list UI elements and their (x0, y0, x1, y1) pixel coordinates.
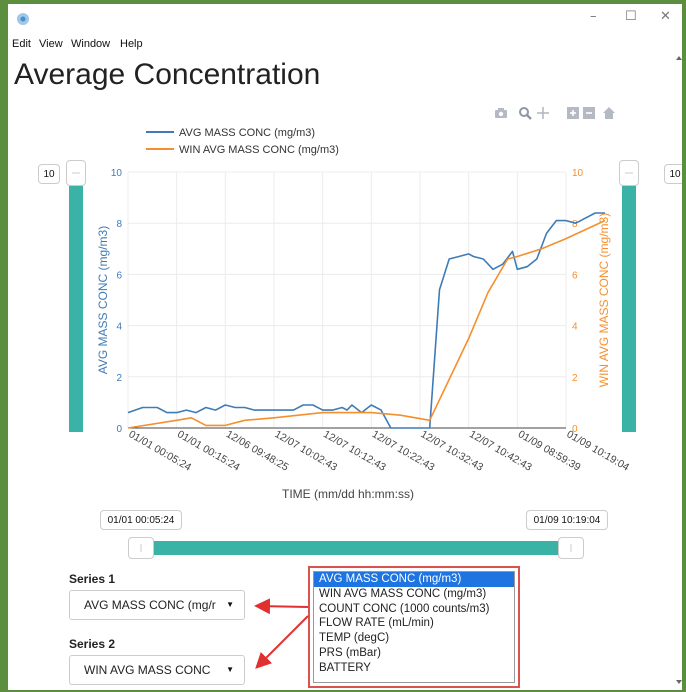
arrow-to-series1 (254, 598, 309, 615)
arrow-to-series2 (255, 615, 309, 669)
app-window: – ☐ ✕ Edit View Window Help Average Conc… (8, 4, 682, 690)
scrollbar[interactable] (676, 54, 682, 690)
annotation-arrows (254, 598, 309, 669)
